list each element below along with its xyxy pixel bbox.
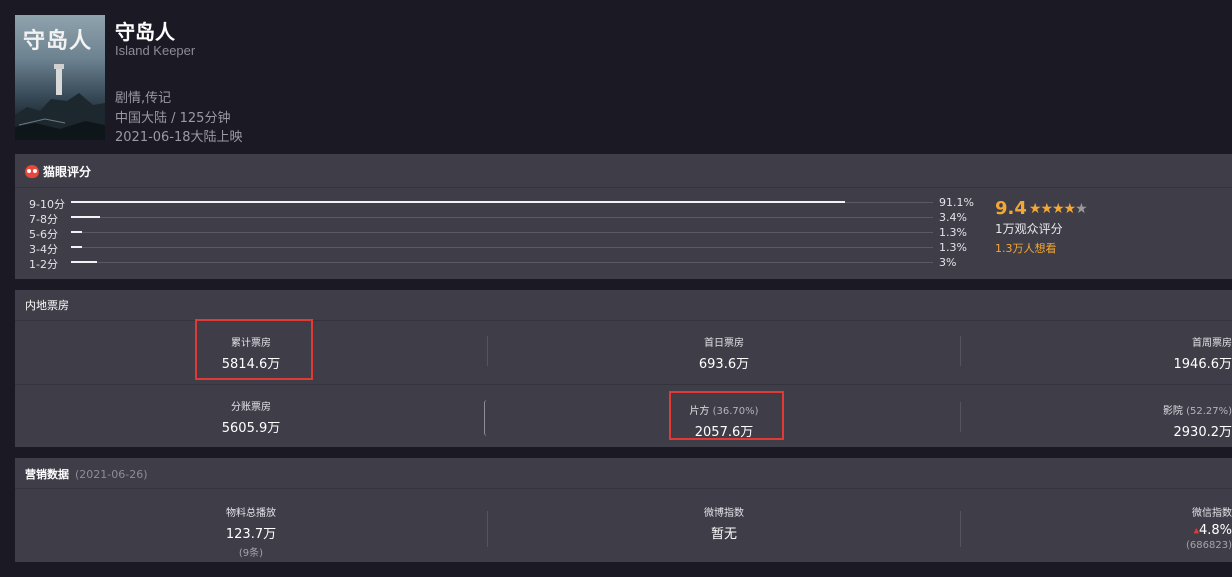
marketing-panel: 营销数据 (2021-06-26) 物料总播放 123.7万 (9条) 微博指数 … [15, 458, 1232, 562]
rating-bar-percent: 1.3% [939, 226, 967, 239]
boxoffice-panel-title: 内地票房 [25, 299, 69, 312]
rating-bar-label: 5-6分 [29, 228, 58, 241]
panel-divider [15, 488, 1232, 489]
want-to-see-count: 1.3万人想看 [995, 242, 1057, 255]
cinema-value: 2930.2万 [1173, 425, 1232, 440]
rating-bar-row: 3-4分 1.3% [29, 241, 979, 256]
movie-poster[interactable]: 守岛人 [15, 15, 105, 140]
first-day-boxoffice[interactable]: 首日票房 693.6万 [674, 334, 774, 372]
rating-bar-fill [71, 246, 82, 248]
highlight-box [669, 391, 784, 440]
first-week-boxoffice[interactable]: 首周票房 1946.6万 [1132, 334, 1232, 372]
rating-bar-fill [71, 216, 100, 218]
rating-bar-track [71, 201, 933, 203]
lighthouse-image [54, 64, 64, 95]
movie-genre: 剧情,传记 [115, 91, 172, 106]
rating-bar-percent: 1.3% [939, 241, 967, 254]
wechat-index[interactable]: 微信指数 ▲4.8% (686823) [1132, 504, 1232, 551]
rating-score: 9.4 [995, 198, 1027, 219]
highlight-box [195, 319, 313, 380]
rating-panel-title: 猫眼评分 [43, 165, 92, 179]
weibo-value: 暂无 [710, 527, 737, 542]
column-divider [487, 511, 488, 547]
movie-header: 守岛人 守岛人 Island Keeper 剧情,传记 中国大陆 / 125分钟… [0, 0, 1232, 150]
materials-value: 123.7万 [225, 527, 277, 542]
wechat-count: (686823) [1186, 540, 1232, 551]
rating-bar-row: 9-10分 91.1% [29, 196, 979, 211]
cinema-label: 影院 [1162, 406, 1183, 417]
rating-bar-fill [71, 201, 845, 203]
cinema-share[interactable]: 影院 (52.27%) 2930.2万 [1122, 402, 1232, 440]
wechat-label: 微信指数 [1192, 508, 1232, 519]
rating-people-count: 1万观众评分 [995, 222, 1063, 236]
panel-divider [15, 384, 1232, 385]
cat-eye-icon [25, 165, 39, 178]
brace-divider [484, 400, 491, 436]
rating-panel-header: 猫眼评分 [25, 163, 91, 180]
marketing-panel-title: 营销数据 [25, 468, 69, 481]
split-label: 分账票房 [231, 402, 271, 413]
column-divider [487, 336, 488, 366]
weibo-index[interactable]: 微博指数 暂无 [674, 504, 774, 542]
rating-bar-label: 7-8分 [29, 213, 58, 226]
rating-bar-row: 7-8分 3.4% [29, 211, 979, 226]
rating-bar-track [71, 246, 933, 248]
column-divider [960, 511, 961, 547]
rating-bar-row: 5-6分 1.3% [29, 226, 979, 241]
movie-region-duration: 中国大陆 / 125分钟 [115, 111, 231, 126]
column-divider [960, 402, 961, 432]
rating-bar-fill [71, 231, 82, 233]
poster-title: 守岛人 [23, 28, 93, 54]
first-week-label: 首周票房 [1192, 338, 1232, 349]
wechat-value: 4.8% [1198, 523, 1232, 538]
rating-bar-percent: 3% [939, 256, 957, 269]
first-day-label: 首日票房 [704, 338, 744, 349]
movie-english-title: Island Keeper [115, 43, 196, 58]
weibo-label: 微博指数 [704, 508, 744, 519]
rating-bar-label: 3-4分 [29, 243, 58, 256]
cinema-percent: (52.27%) [1186, 406, 1232, 417]
boxoffice-panel: 内地票房 累计票房 5814.6万 首日票房 693.6万 首周票房 1946.… [15, 290, 1232, 447]
rating-bar-track [71, 216, 933, 218]
rating-bar-fill [71, 261, 97, 263]
rating-bar-track [71, 231, 933, 233]
rating-bar-label: 9-10分 [29, 198, 65, 211]
materials-count: (9条) [238, 548, 264, 559]
movie-release-date: 2021-06-18大陆上映 [115, 130, 243, 145]
wechat-value-row: ▲4.8% [1132, 523, 1232, 538]
split-value: 5605.9万 [221, 421, 281, 436]
split-boxoffice[interactable]: 分账票房 5605.9万 [201, 398, 301, 436]
marketing-date: (2021-06-26) [75, 468, 148, 481]
cinema-label-row: 影院 (52.27%) [1122, 402, 1232, 417]
first-week-value: 1946.6万 [1173, 357, 1232, 372]
first-day-value: 693.6万 [698, 357, 750, 372]
star-rating-icon: ★★★★★ [1028, 200, 1088, 217]
rating-bar-percent: 91.1% [939, 196, 974, 209]
score-box: 9.4 ★★★★★ [995, 198, 1088, 219]
panel-divider [15, 187, 1232, 188]
movie-title[interactable]: 守岛人 [115, 16, 175, 45]
column-divider [960, 336, 961, 366]
rating-bar-row: 1-2分 3% [29, 256, 979, 271]
rating-bar-label: 1-2分 [29, 258, 58, 271]
rating-bar-percent: 3.4% [939, 211, 967, 224]
materials-playback[interactable]: 物料总播放 123.7万 (9条) [201, 504, 301, 559]
rating-panel: 猫眼评分 9-10分 91.1% 7-8分 3.4% 5-6分 1.3% 3-4分 1.3% 1… [15, 154, 1232, 279]
marketing-panel-header: 营销数据 (2021-06-26) [25, 466, 148, 482]
rating-bar-track [71, 261, 933, 263]
materials-label: 物料总播放 [226, 508, 276, 519]
